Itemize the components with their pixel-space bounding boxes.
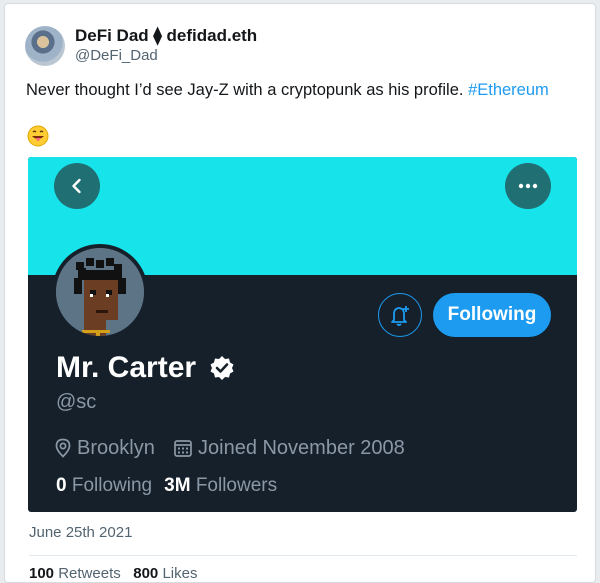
- profile-join-date: Joined November 2008: [173, 435, 405, 461]
- bell-plus-icon: [391, 306, 409, 326]
- followers-stat[interactable]: 3M Followers: [164, 475, 277, 497]
- grinning-tongue-emoji-icon: [27, 125, 49, 147]
- cryptopunk-avatar: [56, 248, 144, 336]
- author-avatar[interactable]: [25, 26, 65, 66]
- cryptopunk-icon: [56, 248, 144, 336]
- notifications-button[interactable]: [378, 293, 422, 337]
- followers-label: Followers: [195, 475, 278, 496]
- author-handle[interactable]: @DeFi_Dad: [75, 47, 158, 64]
- chevron-left-icon: [72, 178, 81, 194]
- retweets-count: 100: [29, 565, 55, 582]
- back-button[interactable]: [54, 163, 100, 209]
- profile-handle: @sc: [56, 391, 97, 413]
- likes-count: 800: [133, 565, 159, 582]
- author-display-name[interactable]: DeFi Dad ⧫ defidad.eth: [75, 26, 257, 46]
- following-button[interactable]: Following: [433, 293, 551, 337]
- profile-stats: 0 Following 3M Followers: [56, 475, 277, 497]
- embedded-profile-screenshot[interactable]: Following Mr. Carter @sc Brooklyn Joined…: [28, 157, 577, 512]
- following-label: Following: [71, 475, 153, 496]
- tweet-text: Never thought I’d see Jay-Z with a crypt…: [26, 81, 549, 100]
- profile-location: Brooklyn: [54, 435, 155, 461]
- calendar-icon: [174, 440, 192, 457]
- likes-stat[interactable]: 800 Likes: [133, 565, 197, 582]
- divider: [29, 555, 577, 556]
- following-stat[interactable]: 0 Following: [56, 475, 152, 497]
- hashtag-link[interactable]: #Ethereum: [468, 81, 549, 99]
- retweets-stat[interactable]: 100 Retweets: [29, 565, 121, 582]
- likes-label: Likes: [162, 565, 198, 582]
- tweet-card: DeFi Dad ⧫ defidad.eth @DeFi_Dad Never t…: [4, 3, 596, 583]
- more-options-button[interactable]: [505, 163, 551, 209]
- profile-avatar[interactable]: [52, 244, 148, 340]
- retweets-label: Retweets: [58, 565, 121, 582]
- location-pin-icon: [55, 438, 71, 458]
- following-count: 0: [56, 475, 67, 496]
- tweet-date[interactable]: June 25th 2021: [29, 524, 132, 541]
- engagement-stats: 100 Retweets 800 Likes: [29, 565, 197, 582]
- location-text: Brooklyn: [77, 436, 155, 459]
- tweet-body: Never thought I’d see Jay-Z with a crypt…: [26, 81, 464, 99]
- joined-text: Joined November 2008: [198, 436, 405, 459]
- verified-badge-icon: [210, 356, 234, 380]
- followers-count: 3M: [164, 475, 191, 496]
- more-horizontal-icon: [518, 183, 538, 189]
- profile-display-name: Mr. Carter: [56, 351, 197, 384]
